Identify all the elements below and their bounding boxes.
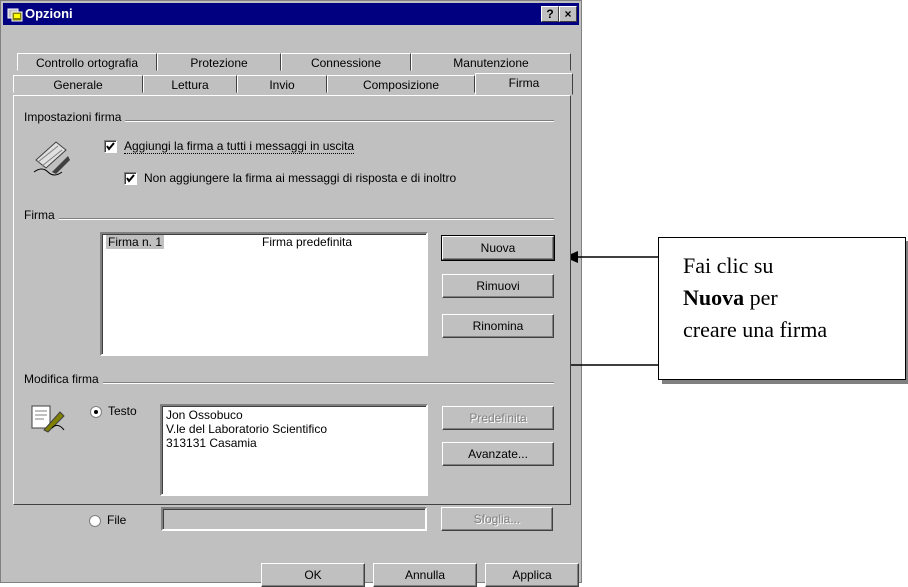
- aggiungi-firma-checkbox[interactable]: [104, 140, 117, 153]
- aggiungi-firma-label: Aggiungi la firma a tutti i messaggi in …: [124, 139, 355, 154]
- callout-line1: Fai clic su: [683, 253, 774, 278]
- callout-box: Fai clic su Nuova per creare una firma: [658, 237, 906, 380]
- avanzate-button[interactable]: Avanzate...: [442, 442, 554, 466]
- testo-radio[interactable]: [90, 406, 102, 418]
- callout-line2: Nuova per: [683, 282, 905, 314]
- list-item[interactable]: Firma n. 1 Firma predefinita: [104, 235, 426, 250]
- non-aggiungere-checkbox[interactable]: [124, 172, 137, 185]
- signature-default: Firma predefinita: [262, 235, 353, 249]
- file-path-input[interactable]: [161, 507, 427, 531]
- divider: [24, 382, 554, 384]
- predefinita-button[interactable]: Predefinita: [442, 406, 554, 430]
- text-line: V.le del Laboratorio Scientifico: [166, 422, 327, 436]
- signature-list[interactable]: Firma n. 1 Firma predefinita: [100, 232, 428, 356]
- non-aggiungere-label: Non aggiungere la firma ai messaggi di r…: [144, 171, 457, 185]
- testo-label: Testo: [108, 404, 137, 418]
- sfoglia-button[interactable]: Sfoglia...: [441, 507, 553, 531]
- file-radio[interactable]: [89, 515, 101, 527]
- modifica-group-title: Modifica firma: [24, 372, 103, 386]
- callout-line2-rest: per: [744, 285, 778, 310]
- divider: [24, 218, 554, 220]
- tab-firma[interactable]: Firma: [475, 73, 573, 95]
- text-line: 313131 Casamia: [166, 436, 257, 450]
- nuova-button[interactable]: Nuova: [441, 235, 555, 261]
- firma-panel: Impostazioni firma Aggiungi la firma a t…: [13, 95, 571, 505]
- callout-line3: creare una firma: [683, 317, 828, 342]
- impostazioni-group-title: Impostazioni firma: [24, 110, 126, 124]
- signature-name: Firma n. 1: [106, 235, 165, 249]
- firma-group-title: Firma: [24, 208, 59, 222]
- callout-bold: Nuova: [683, 285, 745, 310]
- arrow-icon: [564, 251, 658, 263]
- text-line: Jon Ossobuco: [166, 408, 243, 422]
- signature-icon: [33, 141, 70, 176]
- edit-signature-icon: [31, 405, 65, 433]
- rinomina-button[interactable]: Rinomina: [442, 314, 554, 338]
- file-label: File: [107, 513, 127, 527]
- rimuovi-button[interactable]: Rimuovi: [442, 274, 554, 298]
- signature-text-area[interactable]: Jon Ossobuco V.le del Laboratorio Scient…: [160, 404, 428, 496]
